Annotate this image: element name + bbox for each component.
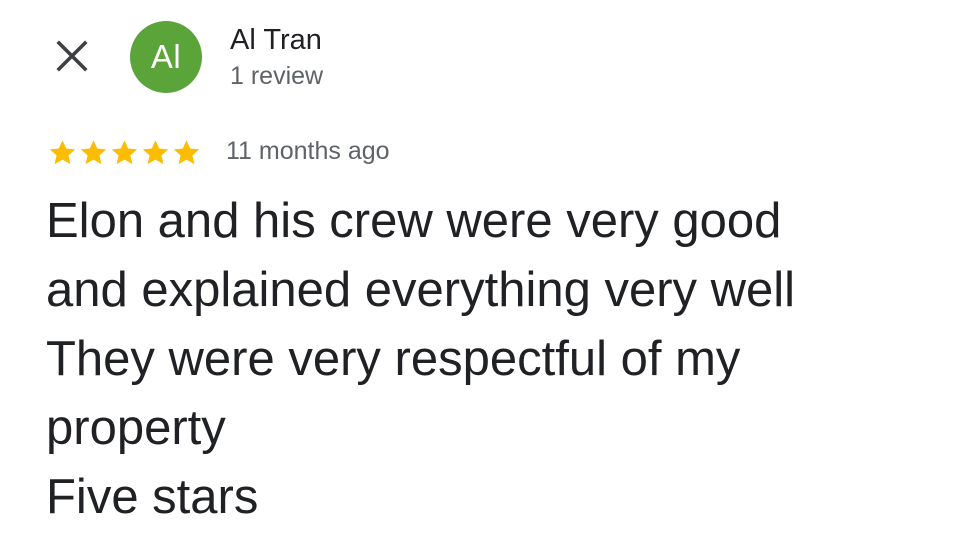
review-text-line: and explained everything very well <box>46 263 796 317</box>
star-icon <box>78 137 109 168</box>
star-icon <box>109 137 140 168</box>
star-rating <box>47 135 202 169</box>
close-icon <box>56 40 88 72</box>
star-icon <box>171 137 202 168</box>
review-timestamp: 11 months ago <box>226 137 390 165</box>
review-text-line: They were very respectful of my <box>46 332 741 386</box>
avatar[interactable]: Al <box>130 21 202 93</box>
review-text-line: Five stars <box>46 470 259 524</box>
author-name[interactable]: Al Tran <box>230 22 322 58</box>
close-button[interactable] <box>52 36 92 76</box>
star-icon <box>140 137 171 168</box>
review-text: Elon and his crew were very good and exp… <box>46 187 966 532</box>
review-text-line: Elon and his crew were very good <box>46 194 782 248</box>
author-review-count: 1 review <box>230 62 324 90</box>
review-text-line: property <box>46 401 226 455</box>
star-icon <box>47 137 78 168</box>
